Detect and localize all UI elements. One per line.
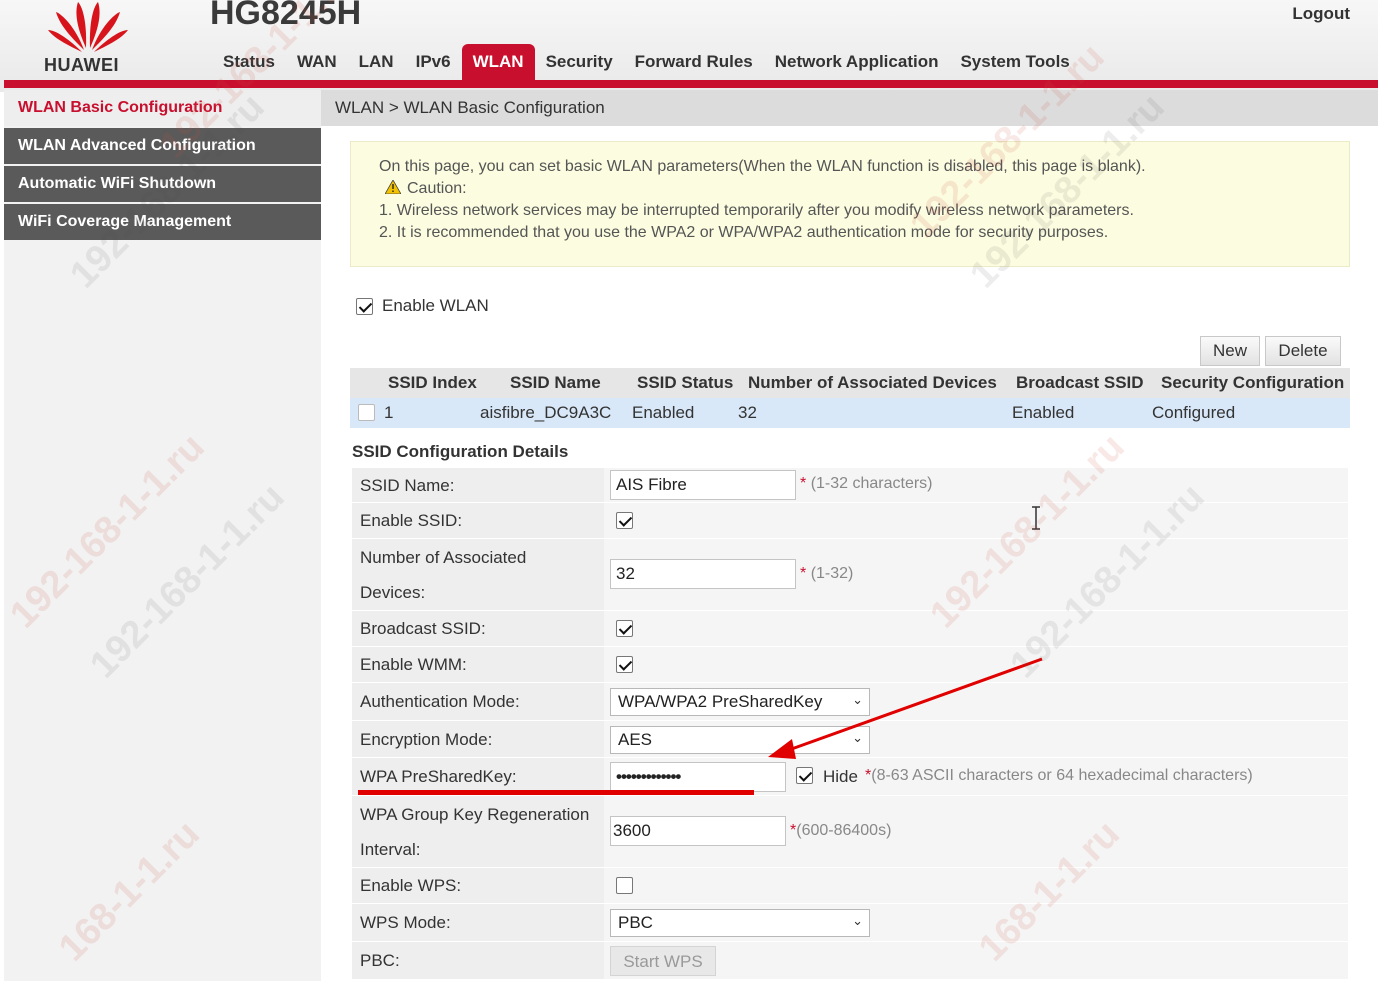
warning-icon [385,180,401,194]
start-wps-button[interactable]: Start WPS [610,946,716,976]
row-associated-devices: Number of Associated Devices: 32 * (1-32… [352,539,1348,611]
row-enable-ssid: Enable SSID: [352,503,1348,539]
row-broadcast-ssid: Broadcast SSID: [352,611,1348,647]
cell-ssid-status: Enabled [632,403,695,422]
enable-wmm-label: Enable WMM: [360,655,467,674]
nav-forward-rules[interactable]: Forward Rules [624,44,764,82]
ssid-name-hint: * (1-32 characters) [800,475,933,492]
nav-lan[interactable]: LAN [348,44,405,82]
enable-wps-checkbox[interactable] [616,877,633,894]
info-description: On this page, you can set basic WLAN par… [379,158,1146,175]
hide-psk-label: Hide [823,767,858,786]
col-security-configuration: Security Configuration [1161,373,1345,392]
ssid-table-header: SSID Index SSID Name SSID Status Number … [350,368,1350,398]
enable-wps-label: Enable WPS: [360,876,462,895]
row-pbc: PBC: Start WPS [352,942,1348,980]
sidebar-item-wifi-shutdown[interactable]: Automatic WiFi Shutdown [4,166,321,202]
info-panel: On this page, you can set basic WLAN par… [350,141,1350,267]
enable-ssid-checkbox[interactable] [616,512,633,529]
ssid-name-label: SSID Name: [360,475,455,495]
pbc-label: PBC: [360,951,400,970]
enable-wmm-checkbox[interactable] [616,656,633,673]
enable-ssid-label: Enable SSID: [360,511,463,530]
sidebar-item-wlan-basic[interactable]: WLAN Basic Configuration [4,90,321,126]
chevron-down-icon: ⌄ [852,913,863,928]
enable-wlan-row: Enable WLAN [356,296,489,316]
assoc-devices-input[interactable]: 32 [610,559,796,589]
group-key-label: WPA Group Key Regeneration Interval: [360,804,590,859]
nav-system-tools[interactable]: System Tools [949,44,1080,82]
cell-broadcast-ssid: Enabled [1012,403,1075,422]
sidebar-item-wifi-coverage[interactable]: WiFi Coverage Management [4,204,321,240]
col-associated-devices: Number of Associated Devices [748,373,997,392]
nav-wlan[interactable]: WLAN [461,44,535,82]
group-key-hint: *(600-86400s) [790,822,892,839]
left-menu: WLAN Basic Configuration WLAN Advanced C… [4,90,321,981]
col-ssid-status: SSID Status [637,373,734,392]
hide-psk-checkbox[interactable] [796,767,813,784]
group-key-input[interactable]: 3600 [610,816,786,846]
col-ssid-name: SSID Name [510,373,601,392]
encryption-mode-label: Encryption Mode: [360,729,493,749]
caution-label: Caution: [407,180,467,197]
table-row[interactable]: 1 aisfibre_DC9A3C Enabled 32 Enabled Con… [350,398,1350,428]
text-cursor-icon [1032,506,1040,530]
cell-security-configuration: Configured [1152,403,1236,422]
psk-input[interactable]: ••••••••••••• [610,762,786,792]
enable-wlan-label: Enable WLAN [382,296,489,315]
col-ssid-index: SSID Index [388,373,477,392]
caution-note-1: 1. Wireless network services may be inte… [379,202,1134,219]
sidebar-item-wlan-advanced[interactable]: WLAN Advanced Configuration [4,128,321,164]
caution-note-2: 2. It is recommended that you use the WP… [379,224,1109,241]
annotation-arrow-icon [768,657,1043,759]
top-header: HUAWEI HG8245H Logout Status WAN LAN IPv… [0,0,1378,92]
caution-line: Caution: [379,178,1349,200]
row-select-checkbox[interactable] [358,404,375,421]
annotation-underline [358,790,754,795]
psk-hint: *(8-63 ASCII characters or 64 hexadecima… [865,767,1253,784]
auth-mode-label: Authentication Mode: [360,692,520,711]
row-wps-mode: WPS Mode: PBC ⌄ [352,904,1348,942]
header-divider [4,80,1378,88]
breadcrumb: WLAN > WLAN Basic Configuration [321,90,1378,126]
col-broadcast-ssid: Broadcast SSID [1016,373,1144,392]
delete-button[interactable]: Delete [1265,336,1341,366]
row-group-key-interval: WPA Group Key Regeneration Interval: 360… [352,796,1348,868]
broadcast-ssid-checkbox[interactable] [616,620,633,637]
ssid-name-input[interactable]: AIS Fibre [610,470,796,500]
nav-status[interactable]: Status [212,44,286,82]
assoc-devices-label: Number of Associated Devices: [360,547,527,602]
row-ssid-name: SSID Name: AIS Fibre * (1-32 characters) [352,468,1348,503]
main-nav: Status WAN LAN IPv6 WLAN Security Forwar… [212,44,1081,82]
logout-link[interactable]: Logout [1292,4,1350,24]
new-button[interactable]: New [1200,336,1260,366]
cell-ssid-index: 1 [384,403,394,422]
section-title: SSID Configuration Details [352,442,569,461]
brand-name: HUAWEI [44,55,119,75]
nav-network-application[interactable]: Network Application [764,44,950,82]
row-enable-wps: Enable WPS: [352,868,1348,904]
ssid-table: SSID Index SSID Name SSID Status Number … [350,368,1350,428]
nav-ipv6[interactable]: IPv6 [405,44,462,82]
wps-mode-label: WPS Mode: [360,913,451,932]
nav-wan[interactable]: WAN [286,44,348,82]
cell-associated-devices: 32 [738,403,757,422]
assoc-devices-hint: * (1-32) [800,565,854,582]
cell-ssid-name: aisfibre_DC9A3C [480,403,612,422]
enable-wlan-checkbox[interactable] [356,297,373,315]
broadcast-ssid-label: Broadcast SSID: [360,619,486,638]
model-title: HG8245H [210,0,362,32]
nav-security[interactable]: Security [535,44,624,82]
wps-mode-select[interactable]: PBC ⌄ [610,909,870,937]
